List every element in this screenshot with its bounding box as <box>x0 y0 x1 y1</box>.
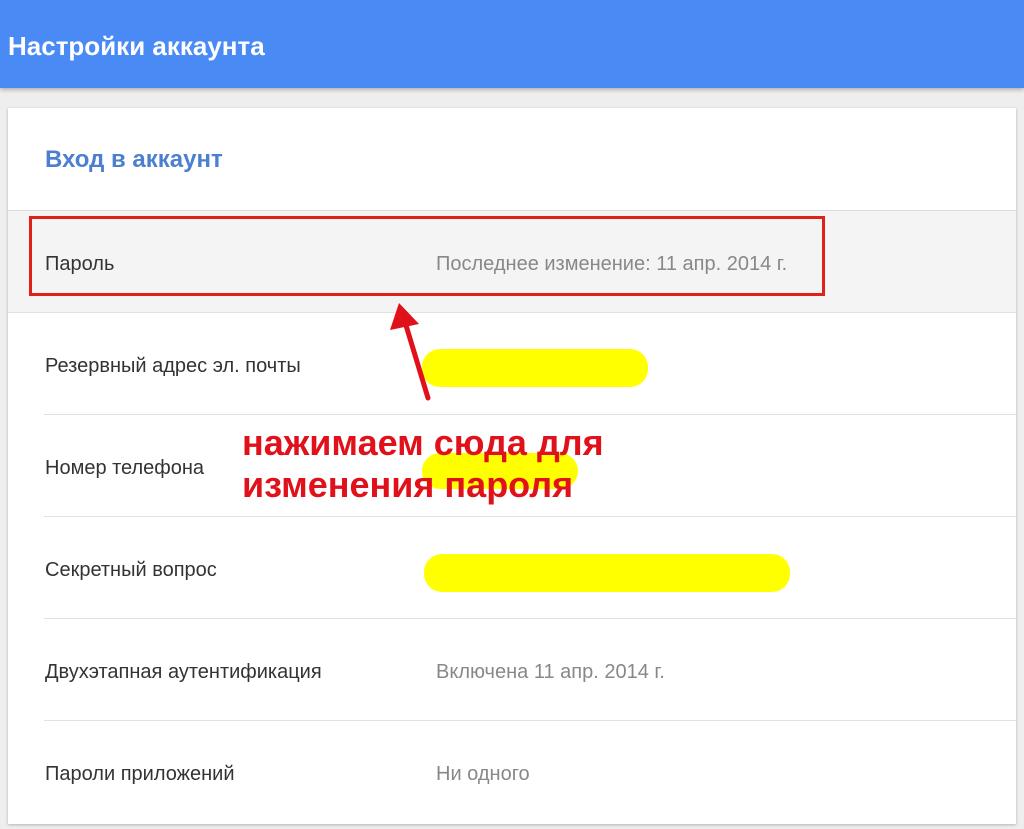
card-header: Вход в аккаунт <box>8 108 1016 211</box>
settings-row-two-step[interactable]: Двухэтапная аутентификация Включена 11 а… <box>8 619 1016 721</box>
row-label: Номер телефона <box>45 457 205 479</box>
settings-row-password[interactable]: Пароль Последнее изменение: 11 апр. 2014… <box>8 211 1016 313</box>
row-label: Пароль <box>45 253 115 275</box>
page-title: Настройки аккаунта <box>8 31 265 61</box>
row-value: Включена 11 апр. 2014 г. <box>436 661 665 683</box>
row-label: Секретный вопрос <box>45 559 217 581</box>
redaction-mark <box>424 554 790 592</box>
redaction-mark <box>422 349 648 387</box>
row-value: Последнее изменение: 11 апр. 2014 г. <box>436 253 788 275</box>
card-title: Вход в аккаунт <box>45 146 223 173</box>
settings-row-security-question[interactable]: Секретный вопрос <box>8 517 1016 619</box>
row-label: Двухэтапная аутентификация <box>45 661 322 683</box>
annotation-text: нажимаем сюда для изменения пароля <box>242 422 604 506</box>
settings-row-recovery-email[interactable]: Резервный адрес эл. почты <box>8 313 1016 415</box>
app-header: Настройки аккаунта <box>0 0 1024 88</box>
annotation-line: изменения пароля <box>242 464 574 505</box>
row-label: Резервный адрес эл. почты <box>45 355 301 377</box>
settings-row-app-passwords[interactable]: Пароли приложений Ни одного <box>8 721 1016 823</box>
annotation-line: нажимаем сюда для <box>242 422 604 463</box>
row-label: Пароли приложений <box>45 763 235 785</box>
row-value: Ни одного <box>436 763 530 785</box>
